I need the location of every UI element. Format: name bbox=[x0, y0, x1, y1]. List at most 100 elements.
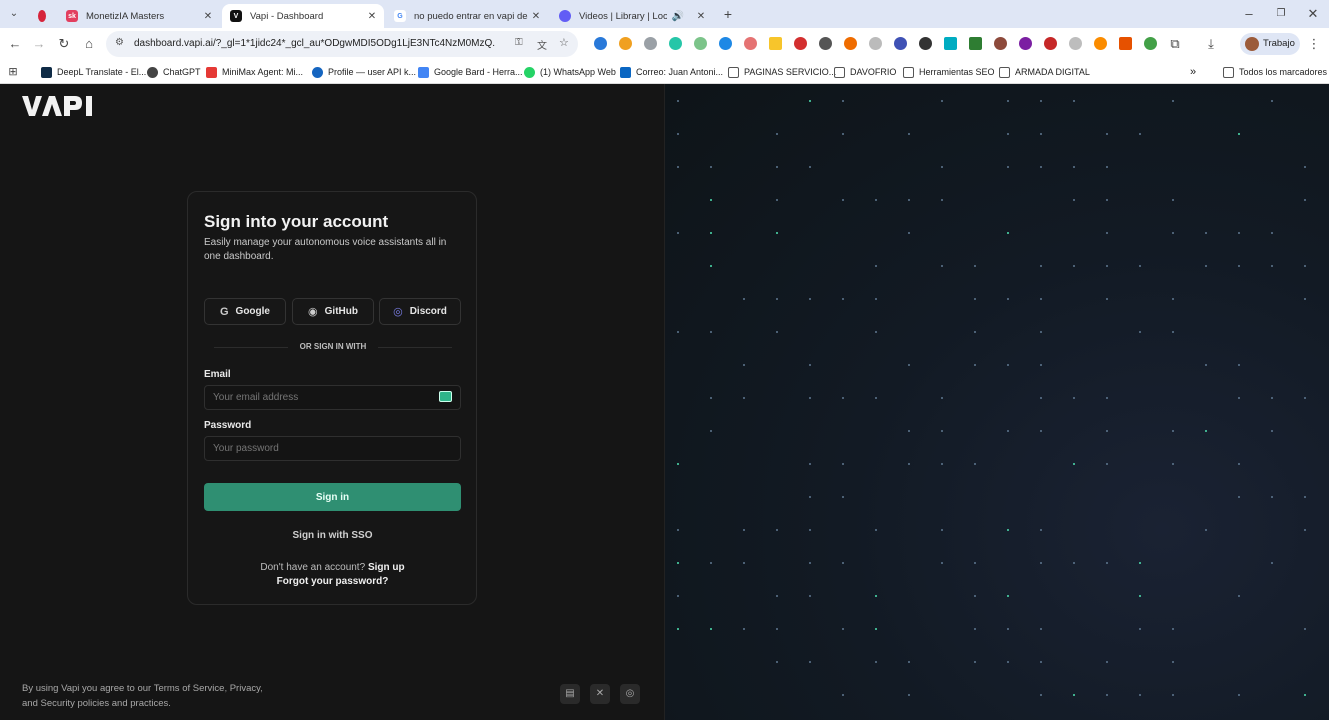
forgot-password-link[interactable]: Forgot your password? bbox=[204, 576, 461, 587]
dot bbox=[710, 232, 712, 234]
dot bbox=[743, 628, 745, 630]
bookmark-item[interactable]: Google Bard - Herra... bbox=[418, 64, 523, 80]
tab-vapi-dashboard[interactable]: V Vapi - Dashboard ✕ bbox=[222, 4, 384, 28]
sso-signin-link[interactable]: Sign in with SSO bbox=[204, 530, 461, 541]
more-bookmarks-icon[interactable]: » bbox=[1190, 64, 1196, 80]
rss-icon[interactable] bbox=[1119, 37, 1132, 50]
privacy-link[interactable]: Privacy bbox=[230, 683, 260, 694]
google-signin-button[interactable]: G Google bbox=[204, 298, 286, 325]
signin-button[interactable]: Sign in bbox=[204, 483, 461, 511]
dot bbox=[710, 199, 712, 201]
close-icon[interactable]: ✕ bbox=[200, 11, 216, 22]
menu-kebab-icon[interactable]: ⋮ bbox=[1305, 35, 1323, 53]
minimize-icon[interactable]: – bbox=[1240, 5, 1258, 23]
bookmark-folder[interactable]: Herramientas SEO bbox=[903, 64, 995, 80]
x-twitter-icon[interactable]: ✕ bbox=[590, 684, 610, 704]
all-bookmarks-folder[interactable]: Todos los marcadores bbox=[1223, 64, 1327, 80]
tab-search-icon[interactable]: ⌄ bbox=[5, 5, 23, 23]
new-tab-button[interactable]: + bbox=[719, 5, 737, 23]
extension-icon[interactable] bbox=[594, 37, 607, 50]
dot bbox=[1073, 199, 1075, 201]
reload-icon[interactable]: ↻ bbox=[55, 35, 73, 53]
bookmark-item[interactable]: MiniMax Agent: Mi... bbox=[206, 64, 303, 80]
apps-grid-icon[interactable]: ⊞ bbox=[4, 63, 22, 81]
dot bbox=[776, 133, 778, 135]
site-info-icon[interactable]: ⚙ bbox=[115, 37, 124, 48]
bookmark-item[interactable]: Correo: Juan Antoni... bbox=[620, 64, 723, 80]
tab-loom[interactable]: Videos | Library | Loom 🔊 ✕ bbox=[551, 4, 713, 28]
dot bbox=[1040, 100, 1042, 102]
extension-icon[interactable] bbox=[794, 37, 807, 50]
restore-icon[interactable]: ❐ bbox=[1272, 5, 1290, 23]
extension-icon[interactable] bbox=[969, 37, 982, 50]
rss-icon[interactable] bbox=[1094, 37, 1107, 50]
security-link[interactable]: Security policies and practices bbox=[41, 698, 169, 709]
profile-button[interactable]: Trabajo bbox=[1240, 33, 1300, 55]
bookmark-item[interactable]: ChatGPT bbox=[147, 64, 201, 80]
discord-icon[interactable]: ◎ bbox=[620, 684, 640, 704]
github-signin-button[interactable]: ◉ GitHub bbox=[292, 298, 374, 325]
terms-link[interactable]: Terms of Service bbox=[154, 683, 225, 694]
extension-icon[interactable] bbox=[1144, 37, 1157, 50]
extension-icon[interactable] bbox=[1044, 37, 1057, 50]
close-icon[interactable]: ✕ bbox=[528, 11, 544, 22]
dot bbox=[1007, 661, 1009, 663]
signup-link[interactable]: Sign up bbox=[368, 562, 405, 573]
extension-icon[interactable] bbox=[994, 37, 1007, 50]
extensions-puzzle-icon[interactable]: ⧉ bbox=[1166, 35, 1184, 53]
bookmark-item[interactable]: DeepL Translate - El... bbox=[41, 64, 146, 80]
close-icon[interactable]: ✕ bbox=[693, 11, 709, 22]
extension-icon[interactable] bbox=[819, 37, 832, 50]
dot bbox=[1172, 298, 1174, 300]
extension-icon[interactable] bbox=[619, 37, 632, 50]
extension-icon[interactable] bbox=[669, 37, 682, 50]
link-icon[interactable] bbox=[894, 37, 907, 50]
dot bbox=[1172, 331, 1174, 333]
download-icon[interactable]: ⤓ bbox=[1202, 35, 1220, 53]
extension-icon[interactable] bbox=[694, 37, 707, 50]
bookmark-folder[interactable]: ARMADA DIGITAL bbox=[999, 64, 1090, 80]
back-icon[interactable]: ← bbox=[6, 35, 24, 53]
dot bbox=[941, 100, 943, 102]
folder-icon bbox=[903, 66, 914, 78]
password-field[interactable] bbox=[204, 436, 461, 461]
bookmark-item[interactable]: Profile — user API k... bbox=[312, 64, 416, 80]
dot bbox=[1238, 133, 1240, 135]
close-icon[interactable]: ✕ bbox=[364, 11, 380, 22]
extension-icon[interactable] bbox=[944, 37, 957, 50]
extension-icon[interactable] bbox=[869, 37, 882, 50]
dot bbox=[710, 331, 712, 333]
bookmark-star-icon[interactable]: ☆ bbox=[559, 36, 569, 49]
extension-icon[interactable] bbox=[919, 37, 932, 50]
dot bbox=[710, 265, 712, 267]
bookmark-folder[interactable]: PAGINAS SERVICIO... bbox=[728, 64, 836, 80]
dot bbox=[1205, 430, 1207, 432]
discord-signin-button[interactable]: ◎ Discord bbox=[379, 298, 461, 325]
bookmark-folder[interactable]: DAVOFRIO bbox=[834, 64, 896, 80]
address-bar[interactable]: ⚙ dashboard.vapi.ai/?_gl=1*1jidc24*_gcl_… bbox=[106, 31, 578, 57]
extension-icon[interactable] bbox=[1019, 37, 1032, 50]
tab-google-search[interactable]: G no puedo entrar en vapi desde ✕ bbox=[386, 4, 548, 28]
extension-icon[interactable] bbox=[769, 37, 782, 50]
translate-icon[interactable]: 文 bbox=[537, 37, 547, 52]
extension-icon[interactable] bbox=[1069, 37, 1082, 50]
extension-icon[interactable] bbox=[844, 37, 857, 50]
dot bbox=[875, 298, 877, 300]
email-field[interactable] bbox=[204, 385, 461, 410]
mail-icon[interactable] bbox=[439, 391, 452, 402]
dot bbox=[710, 628, 712, 630]
dot bbox=[1040, 628, 1042, 630]
dot bbox=[1106, 694, 1108, 696]
extension-icon[interactable] bbox=[644, 37, 657, 50]
tab-pinned[interactable] bbox=[30, 4, 54, 28]
forward-icon[interactable]: → bbox=[30, 35, 48, 53]
bookmark-item[interactable]: (1) WhatsApp Web bbox=[524, 64, 616, 80]
book-icon[interactable]: ▤ bbox=[560, 684, 580, 704]
window-close-icon[interactable]: ✕ bbox=[1304, 5, 1322, 23]
tab-monetizia[interactable]: sk MonetizIA Masters ✕ bbox=[58, 4, 220, 28]
extension-icon[interactable] bbox=[719, 37, 732, 50]
speaker-icon[interactable]: 🔊 bbox=[667, 11, 689, 22]
home-icon[interactable]: ⌂ bbox=[80, 35, 98, 53]
password-key-icon[interactable]: ⚿ bbox=[515, 37, 523, 48]
extension-icon[interactable] bbox=[744, 37, 757, 50]
